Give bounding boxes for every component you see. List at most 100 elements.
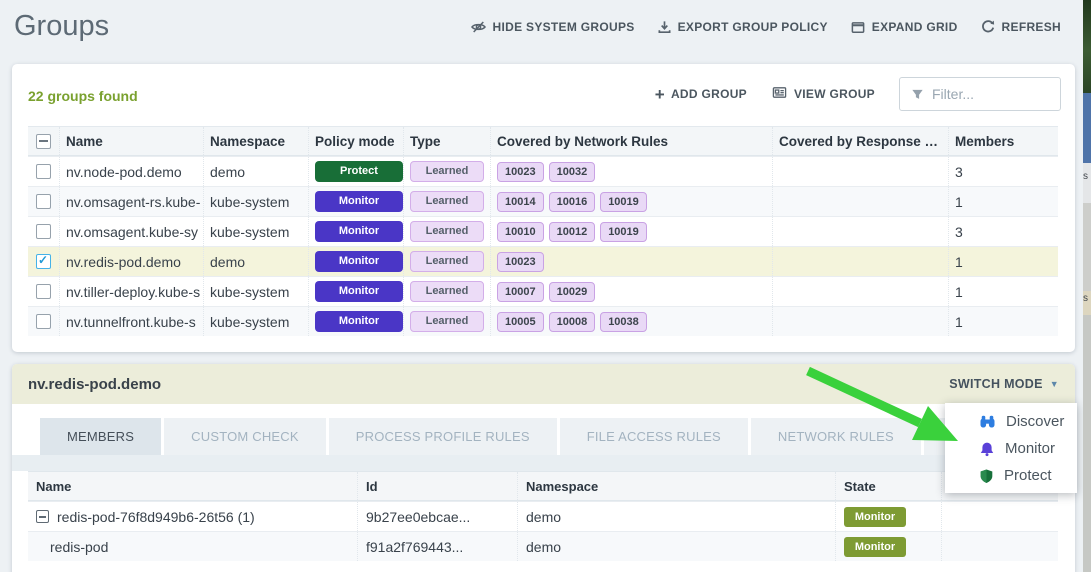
tab-members[interactable]: MEMBERS xyxy=(40,418,161,455)
col-name[interactable]: Name xyxy=(60,127,204,155)
policy-mode-badge: Monitor xyxy=(315,311,403,332)
menu-item-discover[interactable]: Discover xyxy=(945,408,1077,435)
col-member-namespace[interactable]: Namespace xyxy=(518,472,836,500)
col-type[interactable]: Type xyxy=(404,127,491,155)
top-toolbar: HIDE SYSTEM GROUPS EXPORT GROUP POLICY E… xyxy=(470,19,1061,35)
group-detail-card: nv.redis-pod.demo SWITCH MODE ▼ MEMBERS … xyxy=(12,364,1075,572)
col-network-rules[interactable]: Covered by Network Rules xyxy=(491,127,773,155)
detail-header: nv.redis-pod.demo SWITCH MODE ▼ xyxy=(12,364,1075,404)
detail-tabbar: MEMBERS CUSTOM CHECK PROCESS PROFILE RUL… xyxy=(40,418,1004,455)
table-row[interactable]: nv.omsagent-rs.kube- kube-system Monitor… xyxy=(28,186,1058,216)
col-member-name[interactable]: Name xyxy=(28,472,358,500)
row-checkbox[interactable] xyxy=(36,164,51,179)
policy-mode-badge: Protect xyxy=(315,161,403,182)
network-rule-chip: 10014 xyxy=(497,192,544,212)
type-badge: Learned xyxy=(410,221,484,242)
row-checkbox[interactable] xyxy=(36,194,51,209)
type-badge: Learned xyxy=(410,311,484,332)
eye-slash-icon xyxy=(470,19,487,35)
policy-mode-badge: Monitor xyxy=(315,251,403,272)
groups-actions: + ADD GROUP VIEW GROUP xyxy=(655,77,1061,111)
members-count: 3 xyxy=(949,157,1058,186)
switch-mode-menu: Discover Monitor Protect xyxy=(945,403,1077,493)
row-checkbox[interactable] xyxy=(36,314,51,329)
shield-icon xyxy=(979,468,994,484)
switch-mode-button[interactable]: SWITCH MODE ▼ xyxy=(949,377,1059,391)
row-checkbox[interactable] xyxy=(36,224,51,239)
add-group-button[interactable]: + ADD GROUP xyxy=(655,86,747,103)
detail-title: nv.redis-pod.demo xyxy=(28,376,161,393)
col-member-state[interactable]: State xyxy=(836,472,942,500)
members-table-header: Name Id Namespace State Vulnerabilities xyxy=(28,471,1058,501)
policy-mode-badge: Monitor xyxy=(315,221,403,242)
network-rule-chip: 10032 xyxy=(549,162,596,182)
state-badge: Monitor xyxy=(844,537,906,557)
menu-item-protect[interactable]: Protect xyxy=(945,462,1077,489)
network-rule-chip: 10005 xyxy=(497,312,544,332)
strip-text: s xyxy=(1083,293,1088,304)
refresh-button[interactable]: REFRESH xyxy=(980,19,1061,35)
type-badge: Learned xyxy=(410,251,484,272)
col-member-id[interactable]: Id xyxy=(358,472,518,500)
table-row[interactable]: nv.tiller-deploy.kube-s kube-system Moni… xyxy=(28,276,1058,306)
network-rule-chip: 10029 xyxy=(549,282,596,302)
policy-mode-badge: Monitor xyxy=(315,191,403,212)
collapse-icon[interactable] xyxy=(36,510,49,523)
member-row[interactable]: redis-pod-76f8d949b6-26t56 (1) 9b27ee0eb… xyxy=(28,501,1058,531)
table-row-selected[interactable]: nv.redis-pod.demo demo Monitor Learned 1… xyxy=(28,246,1058,276)
filter-box xyxy=(899,77,1061,111)
network-rule-chip: 10010 xyxy=(497,222,544,242)
table-row[interactable]: nv.omsagent.kube-sy kube-system Monitor … xyxy=(28,216,1058,246)
members-count: 1 xyxy=(949,307,1058,336)
filter-input[interactable] xyxy=(900,78,1060,110)
page-title: Groups xyxy=(14,10,109,43)
type-badge: Learned xyxy=(410,281,484,302)
members-count: 1 xyxy=(949,247,1058,276)
members-count: 1 xyxy=(949,277,1058,306)
network-rule-chip: 10023 xyxy=(497,162,544,182)
card-list-icon xyxy=(771,85,788,103)
refresh-icon xyxy=(980,19,996,35)
network-rule-chip: 10012 xyxy=(549,222,596,242)
chevron-down-icon: ▼ xyxy=(1050,379,1059,389)
view-group-button[interactable]: VIEW GROUP xyxy=(771,85,875,103)
network-rule-chip: 10019 xyxy=(600,192,647,212)
expand-grid-button[interactable]: EXPAND GRID xyxy=(850,20,958,35)
row-checkbox[interactable] xyxy=(36,254,51,269)
state-badge: Monitor xyxy=(844,507,906,527)
tab-file-access-rules[interactable]: FILE ACCESS RULES xyxy=(560,418,748,455)
members-count: 3 xyxy=(949,217,1058,246)
col-policy-mode[interactable]: Policy mode xyxy=(309,127,404,155)
tab-custom-check[interactable]: CUSTOM CHECK xyxy=(164,418,326,455)
col-namespace[interactable]: Namespace xyxy=(204,127,309,155)
col-response-rules[interactable]: Covered by Response … xyxy=(773,127,949,155)
network-rule-chip: 10023 xyxy=(497,252,544,272)
tab-divider xyxy=(12,455,1075,471)
network-rule-chip: 10016 xyxy=(549,192,596,212)
strip-text: s xyxy=(1083,171,1088,182)
hide-system-groups-button[interactable]: HIDE SYSTEM GROUPS xyxy=(470,19,635,35)
tab-process-profile-rules[interactable]: PROCESS PROFILE RULES xyxy=(329,418,557,455)
table-row[interactable]: nv.node-pod.demo demo Protect Learned 10… xyxy=(28,156,1058,186)
plus-icon: + xyxy=(655,86,665,103)
export-group-policy-button[interactable]: EXPORT GROUP POLICY xyxy=(657,19,828,35)
window-icon xyxy=(850,20,866,35)
member-row[interactable]: redis-pod f91a2f769443... demo Monitor xyxy=(28,531,1058,561)
background-window-strip: s s xyxy=(1083,0,1091,572)
menu-item-monitor[interactable]: Monitor xyxy=(945,435,1077,462)
type-badge: Learned xyxy=(410,191,484,212)
row-checkbox[interactable] xyxy=(36,284,51,299)
groups-table: Name Namespace Policy mode Type Covered … xyxy=(28,126,1058,336)
bell-icon xyxy=(979,441,995,457)
select-all-checkbox[interactable] xyxy=(36,134,51,149)
policy-mode-badge: Monitor xyxy=(315,281,403,302)
tab-network-rules[interactable]: NETWORK RULES xyxy=(751,418,921,455)
members-table: Name Id Namespace State Vulnerabilities … xyxy=(28,471,1058,561)
col-members[interactable]: Members xyxy=(949,127,1058,155)
table-row[interactable]: nv.tunnelfront.kube-s kube-system Monito… xyxy=(28,306,1058,336)
groups-count: 22 groups found xyxy=(28,88,138,104)
network-rule-chip: 10007 xyxy=(497,282,544,302)
network-rule-chip: 10008 xyxy=(549,312,596,332)
network-rule-chip: 10019 xyxy=(600,222,647,242)
members-count: 1 xyxy=(949,187,1058,216)
